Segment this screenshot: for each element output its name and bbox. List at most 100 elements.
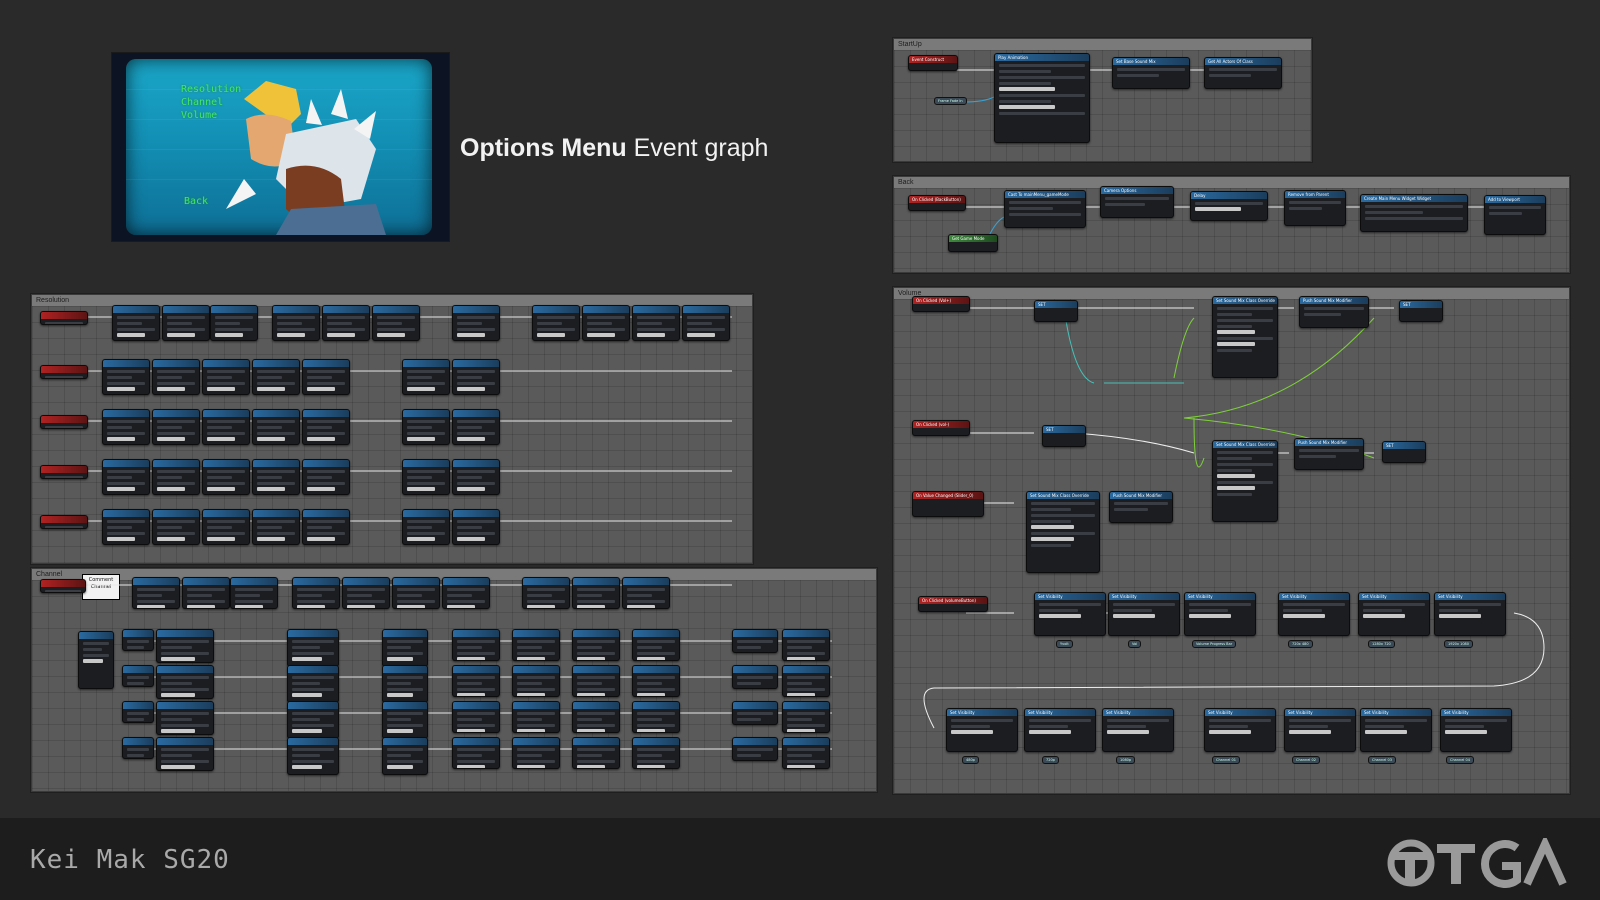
node-push-sound-mix-modifier-2[interactable]: Push Sound Mix Modifier — [1294, 438, 1364, 470]
volume-panel: Volume On Clicked (Vol+) SET Set Sound M… — [893, 287, 1570, 794]
event-node[interactable] — [40, 515, 88, 529]
node-title: On Clicked (Vol+) — [913, 297, 969, 304]
node-set-visibility[interactable]: Set Visibility — [1204, 708, 1276, 752]
node-set-counter[interactable]: SET — [1034, 300, 1078, 322]
value-pill[interactable]: Channel 01 — [1212, 756, 1240, 764]
node-set-visibility[interactable]: Set Visibility — [1024, 708, 1096, 752]
branch-node[interactable] — [122, 737, 154, 759]
set-visibility-node[interactable] — [572, 737, 620, 769]
set-visibility-node[interactable] — [452, 737, 500, 769]
node-play-animation[interactable]: Play Animation — [994, 53, 1090, 143]
value-pill[interactable]: 720x 480 — [1288, 640, 1313, 648]
set-visibility-node[interactable] — [402, 509, 450, 545]
node-title: Remove from Parent — [1285, 191, 1345, 198]
set-visibility-node[interactable] — [632, 737, 680, 769]
node-set-visibility[interactable]: Set Visibility — [946, 708, 1018, 752]
value-pill[interactable]: 720p — [1042, 756, 1059, 764]
exec-wire — [122, 748, 832, 750]
node-get-game-mode[interactable]: Get Game Mode — [948, 234, 998, 252]
node-title: SET — [1383, 442, 1425, 449]
node-set-base-sound-mix[interactable]: Set Base Sound Mix — [1112, 57, 1190, 89]
value-pill[interactable]: Vol — [1128, 640, 1142, 648]
node-on-clicked-back[interactable]: On Clicked (BackButton) — [908, 195, 966, 211]
node-title: Set Visibility — [1205, 709, 1275, 716]
node-title: Delay — [1191, 192, 1267, 199]
set-node[interactable] — [287, 737, 339, 775]
node-set-visibility[interactable]: Set Visibility — [1358, 592, 1430, 636]
node-set-visibility[interactable]: Set Visibility — [1034, 592, 1106, 636]
node-get-all-actors[interactable]: Get All Actors Of Class — [1204, 57, 1282, 89]
node-set-visibility[interactable]: Set Visibility — [1184, 592, 1256, 636]
value-pill[interactable]: Channel 03 — [1368, 756, 1396, 764]
set-visibility-node[interactable] — [252, 509, 300, 545]
node-set-visibility[interactable]: Set Visibility — [1278, 592, 1350, 636]
node-on-clicked-volume-button[interactable]: On Clicked (volumeButton) — [918, 596, 988, 612]
node-delay[interactable]: Delay — [1190, 191, 1268, 221]
node-create-main-menu-widget[interactable]: Create Main Menu Widget Widget — [1360, 194, 1468, 232]
title-bold: Options Menu — [460, 134, 627, 162]
author-credit: Kei Mak SG20 — [30, 845, 230, 875]
value-pill[interactable]: 1280x 720 — [1368, 640, 1395, 648]
node-title: Get All Actors Of Class — [1205, 58, 1281, 65]
node-set-sound-mix-override-3[interactable]: Set Sound Mix Class Override — [1026, 491, 1100, 573]
footer-bar — [0, 818, 1600, 900]
set-visibility-node[interactable] — [452, 509, 500, 545]
value-pill[interactable]: Channel 04 — [1446, 756, 1474, 764]
set-visibility-node[interactable] — [102, 509, 150, 545]
menu-item-resolution: Resolution — [181, 84, 242, 95]
node-push-sound-mix-modifier[interactable]: Push Sound Mix Modifier — [1299, 296, 1369, 328]
node-on-clicked-vol-minus[interactable]: On Clicked (vol-) — [912, 420, 970, 436]
node-title: Camera Options — [1101, 187, 1173, 194]
node-title: Push Sound Mix Modifier — [1300, 297, 1368, 304]
frame-fade-in-pill[interactable]: Frame Fade In — [934, 97, 967, 105]
node-title: Set Sound Mix Class Override — [1213, 441, 1277, 448]
node-set-visibility[interactable]: Set Visibility — [1360, 708, 1432, 752]
value-pill[interactable]: Yvolt — [1056, 640, 1073, 648]
node-cast-to-gamemode[interactable]: Cast To mainMenu_gameMode — [1004, 190, 1086, 228]
node-title: On Clicked (volumeButton) — [919, 597, 987, 604]
array-get-node[interactable] — [156, 737, 214, 771]
value-pill[interactable]: 1080p — [1116, 756, 1136, 764]
value-pill[interactable]: Volume Progress Bar — [1192, 640, 1237, 648]
set-visibility-node[interactable] — [782, 737, 830, 769]
back-panel: Back On Clicked (BackButton) Cast To mai… — [893, 176, 1570, 273]
node-title: On Clicked (BackButton) — [909, 196, 965, 203]
node-title: SET — [1035, 301, 1077, 308]
node-title: Cast To mainMenu_gameMode — [1005, 191, 1085, 198]
delay-node[interactable] — [732, 737, 778, 761]
node-title: Set Visibility — [1279, 593, 1349, 600]
node-on-clicked-vol-plus[interactable]: On Clicked (Vol+) — [912, 296, 970, 312]
menu-item-channel: Channel — [181, 97, 224, 108]
node-set-sound-mix-override[interactable]: Set Sound Mix Class Override — [1212, 296, 1278, 378]
node-set-visibility[interactable]: Set Visibility — [1102, 708, 1174, 752]
set-visibility-node[interactable] — [202, 509, 250, 545]
switch-node[interactable] — [78, 631, 114, 689]
value-pill[interactable]: 480p — [962, 756, 979, 764]
node-set-visibility[interactable]: Set Visibility — [1108, 592, 1180, 636]
value-pill[interactable]: 1920x 1080 — [1444, 640, 1473, 648]
node-set-sound-value[interactable]: SET — [1399, 300, 1443, 322]
node-set-sound-value-2[interactable]: SET — [1382, 441, 1426, 463]
node-title: Add to Viewport — [1485, 196, 1545, 203]
node-event-construct[interactable]: Event Construct — [908, 55, 958, 71]
node-title: Set Sound Mix Class Override — [1213, 297, 1277, 304]
node-on-value-changed-slider[interactable]: On Value Changed (Slider_0) — [912, 491, 984, 517]
set-visibility-node[interactable] — [382, 737, 428, 775]
set-visibility-node[interactable] — [152, 509, 200, 545]
node-set-visibility[interactable]: Set Visibility — [1440, 708, 1512, 752]
node-add-to-viewport[interactable]: Add to Viewport — [1484, 195, 1546, 235]
node-set-visibility[interactable]: Set Visibility — [1284, 708, 1356, 752]
set-visibility-node[interactable] — [302, 509, 350, 545]
crt-screen: Resolution Channel Volume Back — [126, 59, 432, 235]
node-camera-options[interactable]: Camera Options — [1100, 186, 1174, 218]
node-title: Push Sound Mix Modifier — [1295, 439, 1363, 446]
node-set-counter-2[interactable]: SET — [1042, 425, 1086, 447]
set-visibility-node[interactable] — [512, 737, 560, 769]
value-pill[interactable]: Channel 02 — [1292, 756, 1320, 764]
node-remove-from-parent[interactable]: Remove from Parent — [1284, 190, 1346, 226]
node-set-sound-mix-override-2[interactable]: Set Sound Mix Class Override — [1212, 440, 1278, 522]
node-push-sound-mix-modifier-3[interactable]: Push Sound Mix Modifier — [1109, 491, 1173, 523]
page-title: Options Menu Event graph — [460, 134, 768, 163]
node-title: Set Sound Mix Class Override — [1027, 492, 1099, 499]
node-set-visibility[interactable]: Set Visibility — [1434, 592, 1506, 636]
